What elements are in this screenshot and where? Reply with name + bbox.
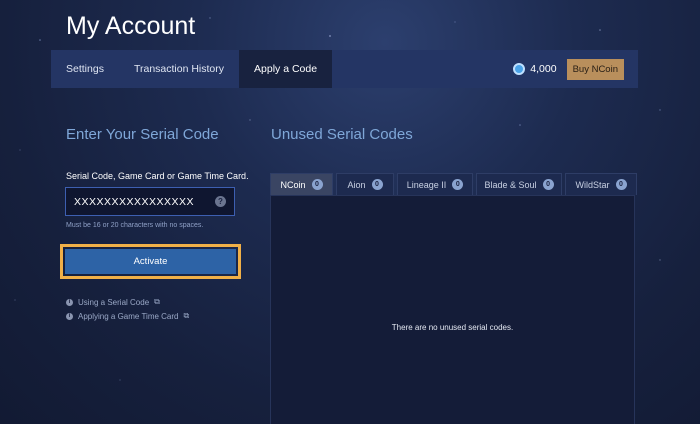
link-using-serial-code[interactable]: i Using a Serial Code ⧉ [66, 297, 189, 307]
serial-code-field: ? [65, 187, 235, 216]
account-nav: Settings Transaction History Apply a Cod… [51, 50, 638, 88]
serial-code-input[interactable] [74, 195, 215, 208]
tab-wildstar[interactable]: WildStar 0 [565, 173, 637, 195]
tab-blade-and-soul[interactable]: Blade & Soul 0 [476, 173, 562, 195]
count-badge: 0 [452, 179, 464, 190]
game-tabs: NCoin 0 Aion 0 Lineage II 0 Blade & Soul… [270, 173, 637, 195]
ncoin-balance: 4,000 [513, 50, 566, 88]
tab-aion[interactable]: Aion 0 [336, 173, 394, 195]
tab-apply-a-code[interactable]: Apply a Code [239, 50, 333, 88]
tab-lineage-ii[interactable]: Lineage II 0 [397, 173, 473, 195]
empty-message: There are no unused serial codes. [391, 322, 514, 332]
page-title: My Account [66, 12, 196, 40]
count-badge: 0 [311, 179, 323, 190]
ncoin-icon [513, 63, 526, 75]
serial-field-label: Serial Code, Game Card or Game Time Card… [66, 171, 249, 181]
activate-highlight: Activate [60, 244, 241, 279]
tab-settings[interactable]: Settings [51, 50, 119, 88]
count-badge: 0 [371, 179, 383, 190]
buy-ncoin-button[interactable]: Buy NCoin [566, 58, 624, 80]
count-badge: 0 [542, 179, 554, 190]
external-link-icon: ⧉ [154, 297, 160, 306]
tab-transaction-history[interactable]: Transaction History [119, 50, 239, 88]
unused-codes-panel: There are no unused serial codes. [270, 195, 635, 424]
count-badge: 0 [615, 179, 627, 190]
help-icon[interactable]: ? [215, 196, 226, 207]
info-icon: i [66, 312, 73, 320]
serial-hint: Must be 16 or 20 characters with no spac… [66, 222, 204, 229]
unused-section-title: Unused Serial Codes [271, 126, 413, 143]
link-applying-game-time-card[interactable]: i Applying a Game Time Card ⧉ [66, 311, 189, 321]
serial-section-title: Enter Your Serial Code [66, 126, 219, 143]
external-link-icon: ⧉ [183, 311, 190, 320]
tab-ncoin[interactable]: NCoin 0 [270, 173, 333, 195]
help-links: i Using a Serial Code ⧉ i Applying a Gam… [66, 297, 189, 325]
info-icon: i [66, 298, 73, 306]
balance-amount: 4,000 [530, 63, 557, 75]
activate-button[interactable]: Activate [65, 249, 236, 274]
